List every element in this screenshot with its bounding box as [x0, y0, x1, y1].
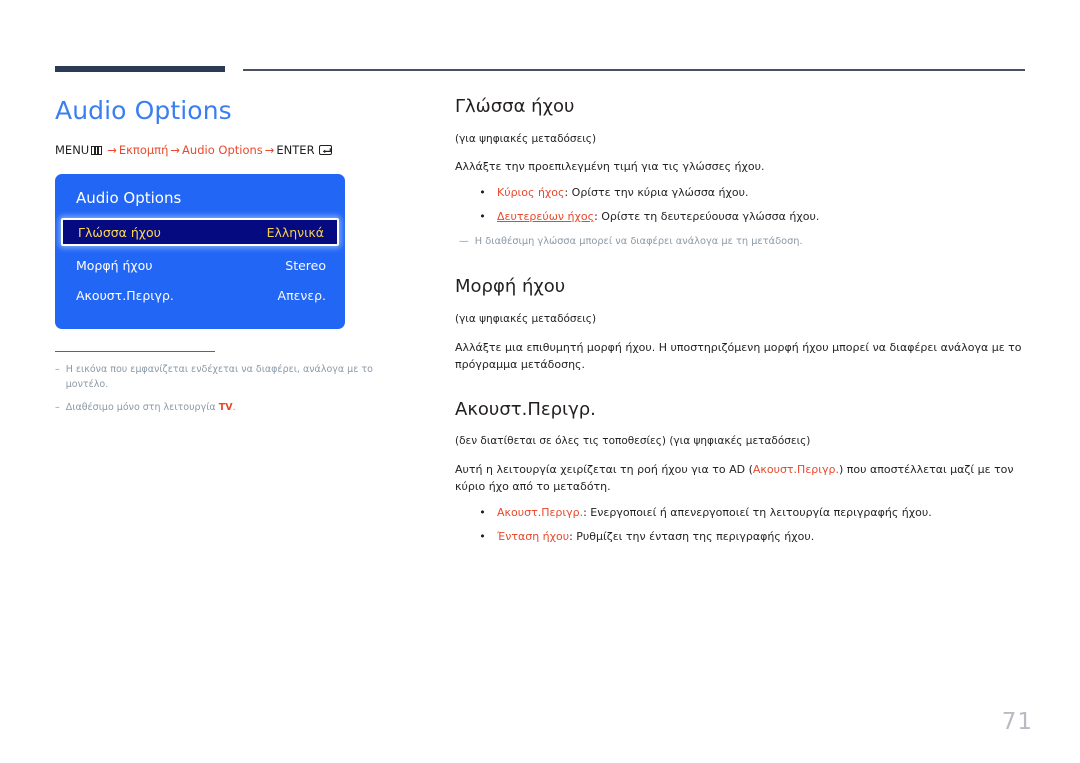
footnote-item: – Διαθέσιμο μόνο στη λειτουργία TV.	[55, 401, 415, 415]
osd-row-audio-description[interactable]: Ακουστ.Περιγρ. Απενερ.	[55, 282, 345, 308]
section-audio-language: Γλώσσα ήχου (για ψηφιακές μεταδόσεις) Αλ…	[455, 96, 1027, 250]
bullet-text: Κύριος ήχος: Ορίστε την κύρια γλώσσα ήχο…	[497, 184, 748, 201]
footnote-item: – Η εικόνα που εμφανίζεται ενδέχεται να …	[55, 363, 415, 392]
bullet-term[interactable]: Δευτερεύων ήχος	[497, 210, 594, 223]
footnote-dash: –	[55, 364, 60, 376]
breadcrumb-arrow-1: →	[107, 143, 117, 157]
section-subnote: (δεν διατίθεται σε όλες τις τοποθεσίες) …	[455, 435, 811, 448]
section-heading: Γλώσσα ήχου	[455, 96, 575, 117]
section-heading: Μορφή ήχου	[455, 276, 566, 298]
section-paragraph: Αλλάξτε την προεπιλεγμένη τιμή για τις γ…	[455, 160, 765, 174]
bullet-rest: : Ορίστε τη δευτερεύουσα γλώσσα ήχου.	[594, 210, 820, 224]
footnote-text-lead: Διαθέσιμο μόνο στη λειτουργία	[65, 401, 219, 413]
bullet-dot-icon: •	[479, 530, 486, 544]
bullet-rest: : Ενεργοποιεί ή απενεργοποιεί τη λειτουρ…	[583, 506, 932, 520]
note-dash: —	[459, 236, 469, 248]
footnote-text: Διαθέσιμο μόνο στη λειτουργία TV.	[66, 401, 236, 415]
osd-row-value: Απενερ.	[277, 287, 326, 303]
left-column: Audio Options MENU → Εκπομπή → Audio Options…	[55, 96, 415, 424]
bullet-rest: : Ορίστε την κύρια γλώσσα ήχου.	[564, 186, 749, 200]
page-number: 71	[1001, 709, 1033, 735]
breadcrumb-step-2[interactable]: Audio Options	[182, 143, 263, 157]
bullet-item: • Δευτερεύων ήχος: Ορίστε τη δευτερεύουσ…	[477, 208, 1027, 225]
bullet-text: Δευτερεύων ήχος: Ορίστε τη δευτερεύουσα …	[497, 208, 819, 225]
paragraph-lead: Αυτή η λειτουργία χειρίζεται τη ροή ήχου…	[455, 462, 753, 476]
footnote-text: Η εικόνα που εμφανίζεται ενδέχεται να δι…	[65, 364, 373, 390]
breadcrumb-menu-label: MENU	[55, 143, 90, 157]
section-audio-description: Ακουστ.Περιγρ. (δεν διατίθεται σε όλες τ…	[455, 399, 1027, 546]
breadcrumb-arrow-3: →	[264, 143, 275, 157]
right-column: Γλώσσα ήχου (για ψηφιακές μεταδόσεις) Αλ…	[455, 96, 1027, 571]
footnote-separator	[55, 351, 215, 353]
footnote-text-tail: .	[232, 401, 236, 413]
bullet-rest: : Ρυθμίζει την ένταση της περιγραφής ήχο…	[569, 530, 815, 544]
note-text: Η διαθέσιμη γλώσσα μπορεί να διαφέρει αν…	[474, 236, 803, 248]
section-paragraph: Αυτή η λειτουργία χειρίζεται τη ροή ήχου…	[455, 461, 1027, 495]
menu-grid-icon	[91, 146, 103, 155]
footnote-dash: –	[55, 401, 60, 413]
section-subnote: (για ψηφιακές μεταδόσεις)	[455, 132, 597, 145]
breadcrumb: MENU → Εκπομπή → Audio Options → ENTER	[55, 143, 415, 158]
bullet-dot-icon: •	[479, 506, 486, 520]
bullet-term[interactable]: Ακουστ.Περιγρ.	[497, 506, 583, 519]
paragraph-term[interactable]: Ακουστ.Περιγρ.	[753, 463, 839, 476]
page-title: Audio Options	[55, 96, 232, 125]
osd-row-value: Stereo	[285, 257, 326, 273]
section-audio-format: Μορφή ήχου (για ψηφιακές μεταδόσεις) Αλλ…	[455, 276, 1027, 372]
osd-panel-title: Audio Options	[76, 188, 182, 207]
osd-row-label: Γλώσσα ήχου	[78, 224, 161, 240]
header-divider-line	[243, 69, 1025, 71]
enter-return-icon	[318, 145, 332, 155]
osd-row-label: Μορφή ήχου	[76, 257, 153, 273]
osd-row-label: Ακουστ.Περιγρ.	[76, 287, 174, 303]
bullet-term[interactable]: Ένταση ήχου	[497, 530, 569, 543]
bullet-item: • Κύριος ήχος: Ορίστε την κύρια γλώσσα ή…	[477, 184, 1027, 201]
section-heading: Ακουστ.Περιγρ.	[455, 398, 596, 420]
osd-panel: Audio Options Γλώσσα ήχου Ελληνικά Μορφή…	[55, 173, 345, 330]
section-paragraph: Αλλάξτε μια επιθυμητή μορφή ήχου. Η υποσ…	[455, 340, 1022, 371]
osd-row-value: Ελληνικά	[266, 224, 324, 240]
bullet-term[interactable]: Κύριος ήχος	[497, 186, 564, 199]
bullet-text: Ακουστ.Περιγρ.: Ενεργοποιεί ή απενεργοπο…	[497, 504, 932, 521]
header-accent-bar	[55, 66, 225, 72]
bullet-item: • Ακουστ.Περιγρ.: Ενεργοποιεί ή απενεργο…	[477, 504, 1027, 521]
bullet-text: Ένταση ήχου: Ρυθμίζει την ένταση της περ…	[497, 528, 814, 545]
breadcrumb-enter-label: ENTER	[276, 143, 315, 157]
osd-row-audio-format[interactable]: Μορφή ήχου Stereo	[55, 252, 345, 278]
bullet-dot-icon: •	[479, 210, 486, 224]
breadcrumb-step-1[interactable]: Εκπομπή	[119, 143, 169, 157]
bullet-item: • Ένταση ήχου: Ρυθμίζει την ένταση της π…	[477, 528, 1027, 545]
osd-row-audio-language[interactable]: Γλώσσα ήχου Ελληνικά	[61, 218, 339, 247]
breadcrumb-arrow-2: →	[170, 143, 181, 157]
footnote-tv-badge: TV	[218, 401, 233, 413]
section-note: — Η διαθέσιμη γλώσσα μπορεί να διαφέρει …	[459, 235, 1027, 250]
section-subnote: (για ψηφιακές μεταδόσεις)	[455, 312, 597, 325]
bullet-dot-icon: •	[479, 186, 486, 200]
